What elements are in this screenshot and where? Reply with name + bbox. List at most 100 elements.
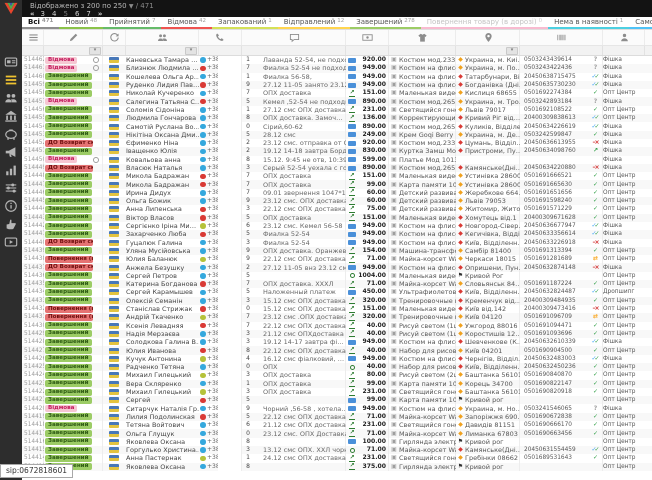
messenger-icon[interactable] [200,281,206,287]
status-tab[interactable]: Прийнятий 7 [103,17,161,29]
info-icon[interactable] [4,199,18,213]
messenger-icon[interactable] [200,306,206,312]
table-row[interactable]: 514413 Завершений Яковлева Оксана +38 8 … [22,463,652,471]
table-row[interactable]: 514416 Завершений Яковлева Оксана +38 8 … [22,438,652,446]
messenger-icon[interactable] [200,115,206,121]
table-row[interactable]: 514453 Завершений Нікітіна Оксана Дми… +… [22,131,652,139]
table-row[interactable]: 514423 Завершений Вера Скляренко +38 1 О… [22,380,652,388]
column-header-chat-icon[interactable] [242,30,346,45]
status-tab[interactable]: Завершений 278 [350,17,421,29]
table-row[interactable]: 514426 Завершений Кучук Антонина +38 4 1… [22,355,652,363]
messenger-icon[interactable] [200,132,206,138]
table-row[interactable]: 514430 Завершений Ксенія Левадняя +38 7 … [22,322,652,330]
messenger-icon[interactable] [200,182,206,188]
messenger-icon[interactable] [200,315,206,321]
messenger-icon[interactable] [200,257,206,263]
messenger-icon[interactable] [200,215,206,221]
messenger-icon[interactable] [200,398,206,404]
messenger-icon[interactable] [200,190,206,196]
table-row[interactable]: 514421 Завершений Сергей +38 5 99.00 ▣ К… [22,396,652,404]
status-tab[interactable]: Самовивіз 2 [629,17,652,29]
messenger-icon[interactable] [200,207,206,213]
table-row[interactable]: 514442 Завершений Сергієнко Іріна Ми… +3… [22,222,652,230]
messenger-icon[interactable] [200,99,206,105]
table-row[interactable]: 514443 Завершений Віктор Власов +38 5 ОП… [22,214,652,222]
clients-icon[interactable] [4,91,18,105]
messenger-icon[interactable] [200,66,206,72]
column-header-list-icon[interactable] [22,30,44,45]
column-header-barcode-icon[interactable] [520,30,603,45]
table-row[interactable]: 514457 Відмова Салегина Татьяна С… +38 5… [22,97,652,105]
table-row[interactable]: 514459 Завершений Руденко Лидия Пав… +38… [22,81,652,89]
table-row[interactable]: 514429 Завершений Надія Мерзаєва +38 3 2… [22,330,652,338]
reports-icon[interactable] [4,163,18,177]
messenger-icon[interactable] [200,464,206,470]
table-row[interactable]: 514425 Завершений Радченко Тетяна +38 0 … [22,363,652,371]
messenger-icon[interactable] [200,165,206,171]
table-row[interactable]: 514451 Завершений Іващенко Юлія +38 2 19… [22,147,652,155]
table-row[interactable]: 514450 Відмова Ковальова анна +38 8 15.1… [22,156,652,164]
table-row[interactable]: 514436 Завершений Сергей Петров +38 5 10… [22,272,652,280]
column-header-location-icon[interactable] [456,30,520,45]
settings-sliders-icon[interactable] [4,181,18,195]
table-row[interactable]: 514440 ДО Возврат ск… Гуцалюк Галина +38… [22,239,652,247]
column-header-pencil-icon[interactable] [44,30,103,45]
table-row[interactable]: 514418 Завершений Тетяна Войтович +38 6 … [22,421,652,429]
table-row[interactable]: 514437 ДО Возврат ск… Анжела Безушку +38… [22,263,652,271]
table-row[interactable]: 514424 Завершений Михаил Гилецький +38 3… [22,371,652,379]
messenger-icon[interactable] [200,439,206,445]
column-header-users-icon[interactable] [126,30,199,45]
messenger-icon[interactable] [200,406,206,412]
messenger-icon[interactable] [200,373,206,379]
messenger-icon[interactable] [200,248,206,254]
status-tab[interactable]: Запакований 1 [212,17,278,29]
messenger-icon[interactable] [200,414,206,420]
table-row[interactable]: 514447 Завершений Микола Бадражан +38 7 … [22,180,652,188]
status-tab[interactable]: Відмова 42 [161,17,212,29]
table-row[interactable]: 514449 ДО Возврат ск… Власюк Наталья +38… [22,164,652,172]
table-row[interactable]: 514420 Відмова Ситарчук Наталія Гр… +38 … [22,404,652,412]
messenger-icon[interactable] [200,91,206,97]
messenger-icon[interactable] [200,157,206,163]
table-row[interactable]: 514452 ДО Возврат ск… Єфименко Ніна +38 … [22,139,652,147]
table-row[interactable]: 514460 Завершений Кошелева Ольга Ар… +38… [22,73,652,81]
table-row[interactable]: 514417 Завершений Ольга Глущук +38 0 23.… [22,429,652,437]
table-row[interactable]: 514428 Завершений Солодкова Галина В… +3… [22,338,652,346]
messenger-icon[interactable] [200,198,206,204]
messenger-icon[interactable] [200,107,206,113]
messenger-icon[interactable] [200,232,206,238]
status-tab[interactable]: Всі 471 [22,17,59,29]
messenger-icon[interactable] [200,174,206,180]
table-row[interactable]: 514461 Відмова Близнюк Людмила … +38 7 Ф… [22,64,652,72]
support-hand-icon[interactable] [4,217,18,231]
messenger-icon[interactable] [200,74,206,80]
messenger-icon[interactable] [200,364,206,370]
status-tab[interactable]: Нема в наявності 1 [548,17,629,29]
table-row[interactable]: 514433 Завершений Олексій Семанін +38 3 … [22,297,652,305]
filter-dropdown-button[interactable]: ▾ [506,47,518,55]
messenger-icon[interactable] [200,140,206,146]
messenger-icon[interactable] [200,456,206,462]
messenger-icon[interactable] [200,298,206,304]
messenger-icon[interactable] [200,57,206,63]
messenger-icon[interactable] [200,331,206,337]
messenger-icon[interactable] [200,447,206,453]
table-row[interactable]: 514438 Повернення (в… Юлия Баланюк +38 9… [22,255,652,263]
table-row[interactable]: 514414 Завершений Анна Пастернак +38 1 2… [22,454,652,462]
status-tab[interactable]: Відправлений 12 [278,17,350,29]
finance-icon[interactable] [4,127,18,141]
table-row[interactable]: 514427 Завершений Юлия Иванова +38 8 22.… [22,346,652,354]
table-row[interactable]: 514462 Відмова Каневська Тамара … +38 1 … [22,56,652,64]
messenger-icon[interactable] [200,422,206,428]
table-row[interactable]: 514455 Завершений Людмила Гончарова +38 … [22,114,652,122]
messenger-icon[interactable] [200,149,206,155]
marketing-icon[interactable] [4,145,18,159]
table-row[interactable]: 514441 Завершений Захарченко Люба +38 5 … [22,230,652,238]
filter-dropdown-button[interactable]: ▾ [185,47,197,55]
filter-dropdown-button[interactable]: ▾ [89,47,101,55]
table-row[interactable]: 514415 Завершений Горгулько Христина… +3… [22,446,652,454]
table-row[interactable]: 514454 Завершений Самотій Руслана Во… +3… [22,122,652,130]
status-tab[interactable]: Повернення товару (в дорозі) 0 [421,17,548,29]
table-row[interactable]: 514419 Завершений Лилия Подолинская +38 … [22,413,652,421]
column-header-person-icon[interactable] [603,30,645,45]
